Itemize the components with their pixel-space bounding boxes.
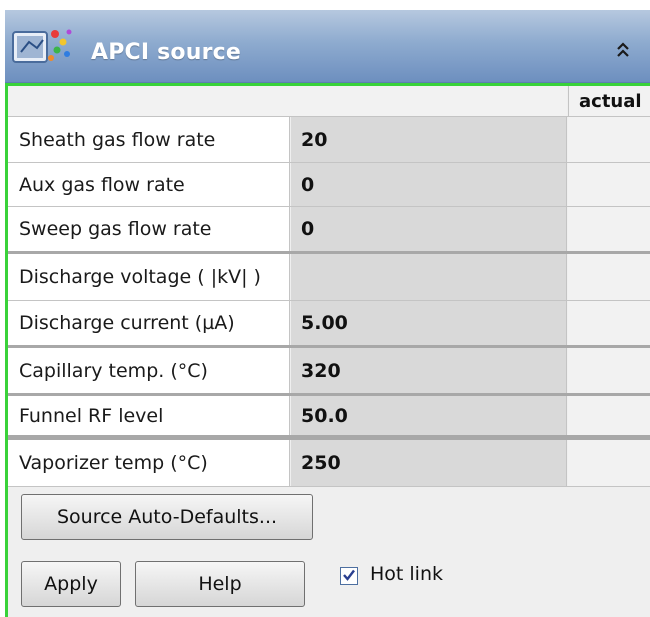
panel-title: APCI source <box>91 40 242 65</box>
apply-button[interactable]: Apply <box>21 561 121 607</box>
table-row: Capillary temp. (°C) 320 <box>8 348 650 396</box>
actual-value <box>568 301 650 345</box>
sweep-gas-flow-input[interactable]: 0 <box>291 207 567 251</box>
aux-gas-flow-input[interactable]: 0 <box>291 163 567 206</box>
row-label: Capillary temp. (°C) <box>8 348 290 393</box>
checkmark-icon <box>342 567 356 586</box>
hot-link-label: Hot link <box>370 563 444 585</box>
column-header-actual: actual <box>568 86 650 116</box>
discharge-voltage-input[interactable] <box>291 254 567 300</box>
table-row: Sweep gas flow rate 0 <box>8 207 650 254</box>
funnel-rf-level-input[interactable]: 50.0 <box>291 396 567 435</box>
hot-link-checkbox[interactable] <box>340 567 358 585</box>
row-label: Sheath gas flow rate <box>8 117 290 162</box>
table-row: Sheath gas flow rate 20 <box>8 117 650 163</box>
row-label: Funnel RF level <box>8 396 290 435</box>
row-label: Sweep gas flow rate <box>8 207 290 251</box>
actual-value <box>568 348 650 393</box>
actual-value <box>568 207 650 251</box>
row-label: Discharge current (µA) <box>8 301 290 345</box>
vaporizer-temp-input[interactable]: 250 <box>291 440 567 486</box>
table-header-row: actual <box>8 86 650 117</box>
sheath-gas-flow-input[interactable]: 20 <box>291 117 567 162</box>
table-row: Discharge voltage ( |kV| ) <box>8 254 650 301</box>
help-button[interactable]: Help <box>135 561 305 607</box>
table-row: Discharge current (µA) 5.00 <box>8 301 650 348</box>
actual-value <box>568 117 650 162</box>
apci-source-icon <box>11 22 75 72</box>
capillary-temp-input[interactable]: 320 <box>291 348 567 393</box>
table-row: Aux gas flow rate 0 <box>8 163 650 207</box>
discharge-current-input[interactable]: 5.00 <box>291 301 567 345</box>
header-blank <box>8 86 567 116</box>
collapse-button[interactable] <box>611 40 635 64</box>
actual-value <box>568 440 650 486</box>
double-chevron-up-icon <box>615 41 631 63</box>
top-strip <box>0 0 650 10</box>
panel-titlebar[interactable]: APCI source <box>5 10 650 83</box>
row-label: Aux gas flow rate <box>8 163 290 206</box>
row-label: Vaporizer temp (°C) <box>8 440 290 486</box>
source-auto-defaults-button[interactable]: Source Auto-Defaults... <box>21 494 313 540</box>
table-row: Vaporizer temp (°C) 250 <box>8 440 650 487</box>
actual-value <box>568 254 650 300</box>
actual-value <box>568 396 650 435</box>
actual-value <box>568 163 650 206</box>
table-row: Funnel RF level 50.0 <box>8 396 650 440</box>
row-label: Discharge voltage ( |kV| ) <box>8 254 290 300</box>
